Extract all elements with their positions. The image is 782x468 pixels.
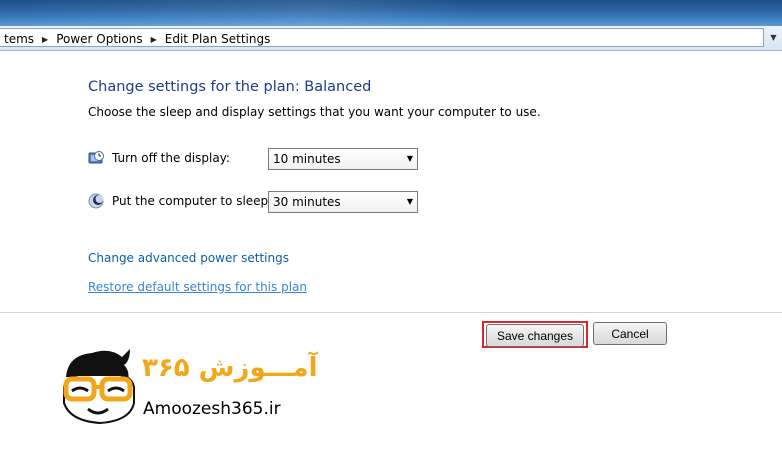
breadcrumb-arrow-icon[interactable]: ▶: [147, 35, 161, 44]
save-button-highlight: Save changes: [482, 321, 588, 348]
divider: [0, 312, 782, 313]
main-content: Change settings for the plan: Balanced C…: [0, 51, 782, 468]
moon-sleep-icon: [88, 193, 104, 209]
restore-defaults-link[interactable]: Restore default settings for this plan: [88, 280, 307, 294]
advanced-settings-link[interactable]: Change advanced power settings: [88, 251, 289, 265]
breadcrumb-arrow-icon[interactable]: ▶: [38, 35, 52, 44]
address-box[interactable]: tems ▶ Power Options ▶ Edit Plan Setting…: [0, 28, 764, 47]
display-timeout-select[interactable]: 10 minutes ▼: [268, 148, 418, 170]
display-timeout-value: 10 minutes: [273, 152, 341, 166]
monitor-clock-icon: [88, 151, 104, 164]
breadcrumb-item-power-options[interactable]: Power Options: [52, 32, 146, 46]
watermark-logo-fa: آمـــوزش ۳۶۵: [142, 353, 318, 383]
address-bar: tems ▶ Power Options ▶ Edit Plan Setting…: [0, 26, 782, 51]
window-titlebar: [0, 0, 782, 26]
address-dropdown-icon[interactable]: ▼: [765, 28, 782, 47]
chevron-down-icon: ▼: [406, 197, 413, 206]
cancel-button[interactable]: Cancel: [593, 322, 667, 345]
breadcrumb: tems ▶ Power Options ▶ Edit Plan Setting…: [0, 32, 274, 46]
chevron-down-icon: ▼: [406, 154, 413, 163]
titlebar-glass: [0, 0, 782, 26]
breadcrumb-item-systems[interactable]: tems: [0, 32, 38, 46]
sleep-timeout-select[interactable]: 30 minutes ▼: [268, 191, 418, 213]
watermark-logo-en: Amoozesh365.ir: [143, 399, 281, 419]
page-description: Choose the sleep and display settings th…: [88, 105, 541, 119]
sleep-timeout-value: 30 minutes: [273, 195, 341, 209]
sleep-label: Put the computer to sleep:: [112, 194, 273, 208]
breadcrumb-item-edit-plan[interactable]: Edit Plan Settings: [161, 32, 275, 46]
save-button[interactable]: Save changes: [486, 324, 584, 347]
page-title: Change settings for the plan: Balanced: [88, 79, 372, 95]
mascot-logo-icon: [63, 349, 135, 425]
display-label: Turn off the display:: [112, 151, 230, 165]
